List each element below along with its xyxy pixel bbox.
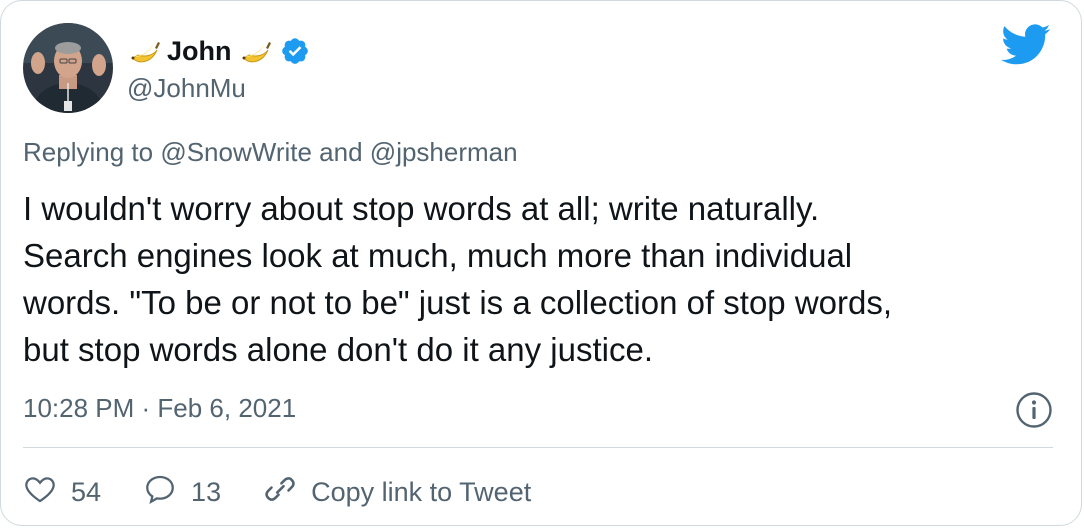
avatar[interactable]: [23, 23, 113, 113]
heart-icon: [23, 472, 57, 513]
tweet-card: John @JohnMu Replying to @SnowWrite and …: [0, 0, 1082, 526]
banana-icon: [238, 34, 272, 68]
banana-icon: [127, 34, 161, 68]
like-count: 54: [71, 476, 102, 507]
like-button[interactable]: 54: [23, 472, 101, 513]
info-icon[interactable]: [1015, 391, 1053, 429]
divider: [23, 447, 1053, 448]
reply-count: 13: [191, 476, 222, 507]
tweet-text: I wouldn't worry about stop words at all…: [23, 190, 893, 368]
author-handle[interactable]: @JohnMu: [127, 73, 246, 104]
action-bar: 54 13 Copy link to Tweet: [23, 469, 573, 515]
reply-joiner: and: [319, 137, 363, 167]
twitter-bird-icon[interactable]: [1001, 23, 1051, 67]
verified-badge-icon: [280, 36, 310, 66]
reply-mention-link[interactable]: @jpsherman: [370, 137, 518, 167]
display-name[interactable]: John: [167, 36, 232, 67]
reply-button[interactable]: 13: [143, 472, 221, 513]
author-name-row[interactable]: John: [127, 32, 310, 70]
copy-link-button[interactable]: Copy link to Tweet: [263, 472, 531, 513]
replying-to-line: Replying to @SnowWrite and @jpsherman: [23, 137, 518, 168]
speech-bubble-icon: [143, 472, 177, 513]
copy-link-label: Copy link to Tweet: [311, 476, 532, 507]
link-icon: [263, 472, 297, 513]
reply-mention-link[interactable]: @SnowWrite: [160, 137, 312, 167]
replying-prefix: Replying to: [23, 137, 154, 167]
tweet-timestamp[interactable]: 10:28 PM · Feb 6, 2021: [23, 393, 296, 424]
